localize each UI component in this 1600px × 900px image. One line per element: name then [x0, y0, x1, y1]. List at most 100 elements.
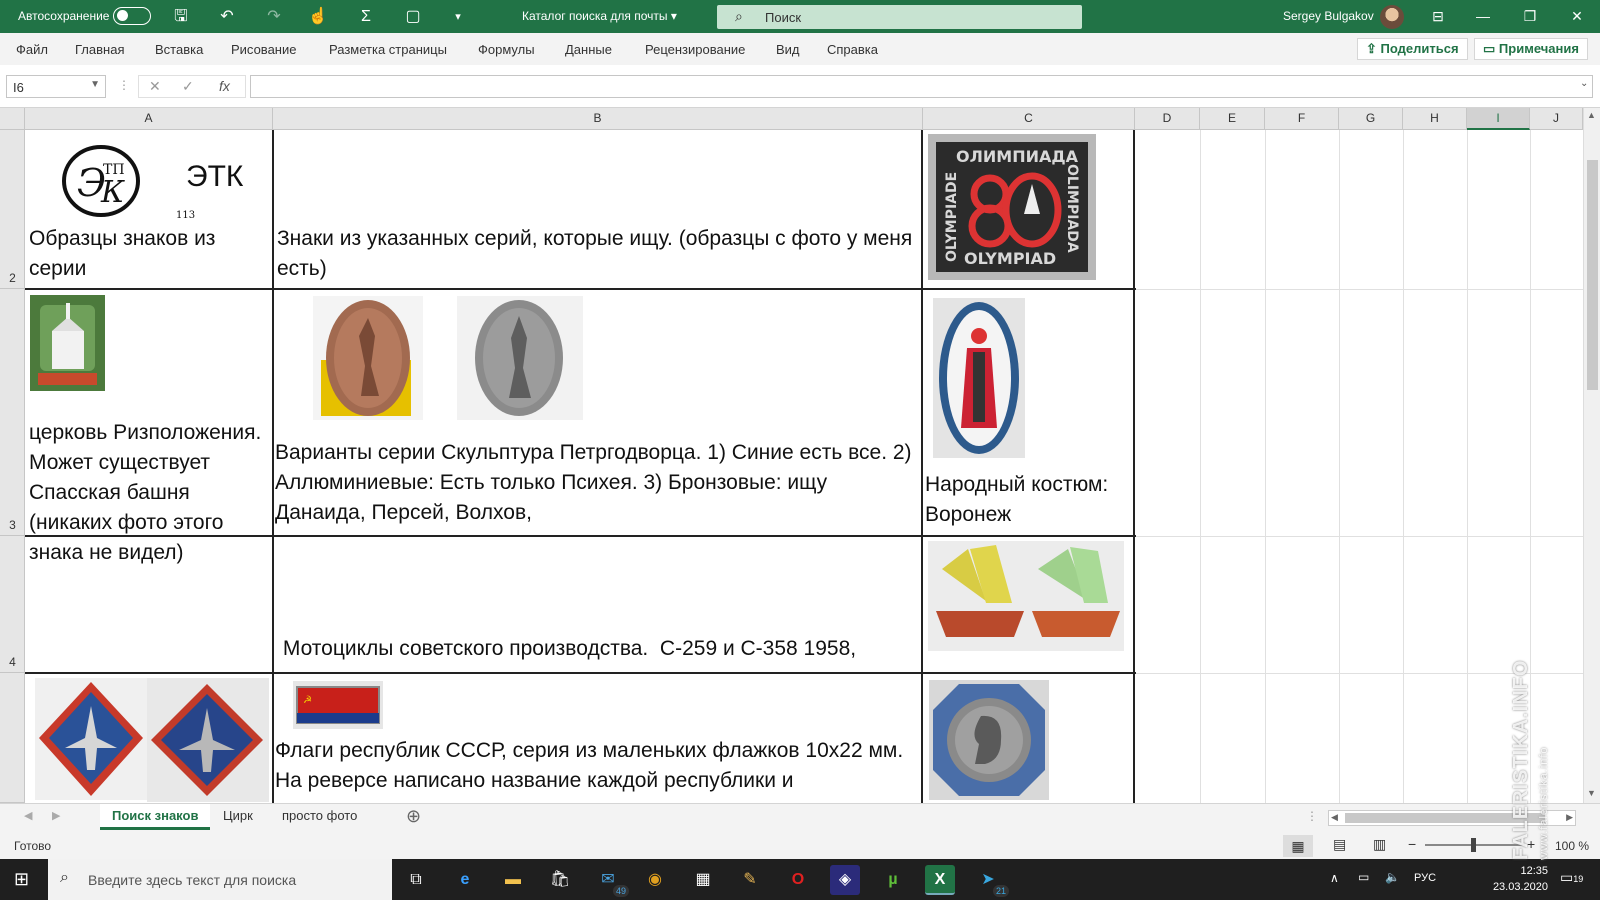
zoom-out-icon[interactable]: − [1408, 836, 1416, 852]
formula-input[interactable] [250, 75, 1593, 98]
enter-icon[interactable]: ✓ [182, 78, 194, 95]
gridline [1467, 130, 1468, 803]
column-header-a[interactable]: A [25, 108, 273, 130]
menu-home[interactable]: Главная [75, 42, 124, 57]
calculator-icon[interactable]: ▦ [688, 865, 718, 895]
cell-b4[interactable]: Мотоциклы советского производства. С-259… [277, 634, 917, 664]
minimize-icon[interactable]: — [1473, 6, 1493, 26]
spreadsheet-grid[interactable]: A B C D E F G H I J 2 3 4 Э ТП К ЭТК 113… [0, 108, 1600, 803]
notifications-icon[interactable]: ▭19 [1560, 869, 1583, 886]
menu-help[interactable]: Справка [827, 42, 878, 57]
comments-button[interactable]: ▭ Примечания [1474, 38, 1588, 60]
normal-view-icon[interactable]: ▦ [1283, 835, 1313, 857]
store-icon[interactable]: 🛍 [545, 865, 575, 895]
name-box[interactable]: I6 ▼ [6, 75, 106, 98]
share-button[interactable]: ⇪ Поделиться [1357, 38, 1468, 60]
avatar[interactable] [1380, 5, 1404, 29]
taskbar-clock[interactable]: 12:35 23.03.2020 [1488, 863, 1548, 895]
edge-icon[interactable]: e [450, 865, 480, 895]
task-view-icon[interactable]: ⧉ [401, 865, 431, 895]
touch-mode-icon[interactable]: ☝ [307, 6, 329, 28]
opera-icon[interactable]: O [783, 865, 813, 895]
column-header-f[interactable]: F [1265, 108, 1339, 130]
select-all-corner[interactable] [0, 108, 25, 130]
splitter-icon[interactable]: ⋮ [1306, 809, 1318, 823]
column-header-c[interactable]: C [923, 108, 1135, 130]
network-icon[interactable]: ▭ [1358, 870, 1369, 884]
scroll-down-icon[interactable]: ▼ [1587, 788, 1596, 798]
undo-icon[interactable]: ↶ [216, 6, 238, 28]
row-header-2[interactable]: 2 [0, 130, 25, 289]
save-icon[interactable]: 🖫 [170, 6, 192, 28]
cancel-icon[interactable]: ✕ [149, 78, 161, 95]
tab-search-badges[interactable]: Поиск знаков [100, 804, 211, 830]
taskbar-search[interactable]: ⌕ Введите здесь текст для поиска [48, 859, 392, 900]
windows-start-icon[interactable]: ⊞ [14, 869, 29, 890]
row-header-3[interactable]: 3 [0, 289, 25, 536]
scroll-right-icon[interactable]: ▶ [1566, 812, 1573, 823]
menu-review[interactable]: Рецензирование [645, 42, 745, 57]
autosum-icon[interactable]: Σ [355, 6, 377, 28]
cell-b5[interactable]: Флаги республик СССР, серия из маленьких… [275, 736, 915, 796]
column-header-i[interactable]: I [1467, 108, 1530, 130]
menu-view[interactable]: Вид [776, 42, 800, 57]
telegram-icon[interactable]: ➤ 21 [973, 865, 1009, 897]
vertical-scrollbar[interactable]: ▲ ▼ [1583, 108, 1600, 803]
excel-icon[interactable]: X [925, 865, 955, 895]
column-header-h[interactable]: H [1403, 108, 1467, 130]
file-explorer-icon[interactable]: ▬ [498, 865, 528, 895]
cell-b3[interactable]: Варианты серии Скульптура Петргодворца. … [275, 438, 915, 528]
app-icon[interactable]: ◈ [830, 865, 860, 895]
close-icon[interactable]: ✕ [1567, 6, 1587, 26]
menu-draw[interactable]: Рисование [231, 42, 296, 57]
prev-sheet-icon[interactable]: ◀ [24, 809, 32, 822]
document-title[interactable]: Каталог поиска для почты ▾ [522, 9, 677, 23]
cell-a3[interactable]: церковь Ризположения. Может существует С… [29, 418, 269, 568]
menu-file[interactable]: Файл [16, 42, 48, 57]
menu-data[interactable]: Данные [565, 42, 612, 57]
customize-toolbar-icon[interactable]: ▾ [447, 6, 469, 28]
language-indicator[interactable]: РУС [1414, 872, 1436, 884]
next-sheet-icon[interactable]: ▶ [52, 809, 60, 822]
cell-a2[interactable]: Образцы знаков из серии [29, 224, 269, 284]
chrome-icon[interactable]: ◉ [640, 865, 670, 895]
tray-chevron-up-icon[interactable]: ∧ [1330, 871, 1339, 885]
zoom-slider-handle[interactable] [1471, 838, 1476, 852]
column-header-b[interactable]: B [273, 108, 923, 130]
row-header-5[interactable] [0, 673, 25, 803]
tab-just-photos[interactable]: просто фото [270, 804, 369, 830]
borders-icon[interactable]: ▢ [402, 6, 424, 28]
autosave-toggle[interactable] [113, 7, 151, 25]
row-header-4[interactable]: 4 [0, 536, 25, 673]
column-header-j[interactable]: J [1530, 108, 1583, 130]
restore-icon[interactable]: ❐ [1520, 6, 1540, 26]
search-icon: ⌕ [60, 869, 69, 886]
scroll-up-icon[interactable]: ▲ [1587, 110, 1596, 120]
zoom-level[interactable]: 100 % [1555, 839, 1589, 853]
menu-formulas[interactable]: Формулы [478, 42, 535, 57]
column-header-d[interactable]: D [1135, 108, 1200, 130]
scroll-left-icon[interactable]: ◀ [1331, 812, 1338, 823]
page-layout-view-icon[interactable]: ▤ [1333, 836, 1346, 853]
menu-page-layout[interactable]: Разметка страницы [329, 42, 447, 57]
volume-icon[interactable]: 🔈 [1385, 870, 1400, 884]
tab-circus[interactable]: Цирк [211, 804, 265, 830]
redo-icon[interactable]: ↷ [263, 6, 285, 28]
add-sheet-icon[interactable]: ⊕ [406, 806, 421, 827]
mail-icon[interactable]: ✉ 49 [593, 865, 629, 897]
watermark: FALERISTIKA.INFO www.faleristika.info [1510, 659, 1550, 860]
page-break-view-icon[interactable]: ▥ [1373, 836, 1386, 853]
scroll-thumb[interactable] [1587, 160, 1598, 390]
cell-c3[interactable]: Народный костюм: Воронеж [925, 470, 1133, 530]
ribbon-display-icon[interactable]: ⊟ [1428, 6, 1448, 26]
utorrent-icon[interactable]: µ [878, 865, 908, 895]
expand-formula-icon[interactable]: ⌄ [1580, 78, 1588, 89]
user-name[interactable]: Sergey Bulgakov [1283, 9, 1374, 23]
insert-function-icon[interactable]: fx [219, 78, 230, 94]
column-header-g[interactable]: G [1339, 108, 1403, 130]
paint-icon[interactable]: ✎ [735, 865, 765, 895]
search-box[interactable]: ⌕ Поиск [717, 5, 1082, 29]
menu-insert[interactable]: Вставка [155, 42, 203, 57]
column-header-e[interactable]: E [1200, 108, 1265, 130]
cell-b2[interactable]: Знаки из указанных серий, которые ищу. (… [277, 224, 917, 284]
